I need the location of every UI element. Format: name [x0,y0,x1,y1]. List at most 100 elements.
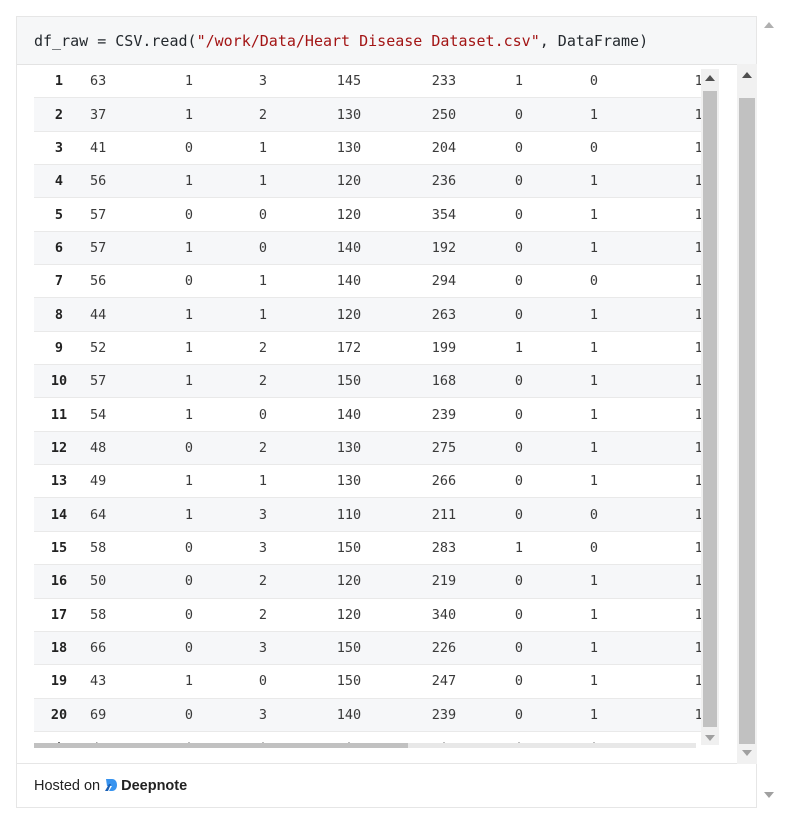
table-cell: 1 [554,197,634,232]
table-cell: 283 [404,531,484,566]
table-cell: 0 [484,464,554,499]
table-cell: 1 [554,631,634,666]
table-cell: 0 [554,131,634,166]
table-cell: 140 [294,397,404,432]
table-row: 7560114029400153 [34,264,719,299]
dataframe-table: 1631314523310150237121302500118734101130… [34,65,719,747]
table-row: 13491113026601171 [34,464,719,499]
dataframe-output[interactable]: 1631314523310150237121302500118734101130… [34,65,719,747]
table-cell: 0 [146,531,232,566]
row-index: 17 [34,598,84,632]
table-row: 6571014019201148 [34,231,719,266]
deepnote-link[interactable]: Deepnote [121,778,187,794]
table-cell: 0 [484,131,554,166]
table-row: 9521217219911162 [34,331,719,366]
table-cell: 1 [146,65,232,99]
table-row: 2371213025001187 [34,97,719,132]
horizontal-scroll-thumb[interactable] [34,743,408,748]
table-cell: 140 [294,698,404,732]
table-cell: 1 [146,231,232,266]
table-row: 12480213027501139 [34,431,719,466]
table-horizontal-scrollbar[interactable] [34,743,696,748]
table-vertical-scrollbar[interactable] [701,69,719,745]
row-index: 6 [34,231,84,266]
table-scroll-thumb[interactable] [703,91,717,727]
table-cell: 1 [554,297,634,332]
table-cell: 0 [484,631,554,666]
table-cell: 150 [294,364,404,399]
row-index: 10 [34,364,84,399]
page-scroll-down-arrow-icon[interactable] [742,750,752,756]
table-cell: 0 [146,431,232,466]
table-cell: 0 [232,664,294,699]
table-cell: 354 [404,197,484,232]
table-cell: 120 [294,197,404,232]
page-scroll-up-arrow-icon[interactable] [742,72,752,78]
table-cell: 0 [146,631,232,666]
scroll-down-arrow-icon[interactable] [705,735,715,741]
footer: Hosted on Deepnote [16,764,757,808]
table-cell: 0 [554,65,634,99]
table-cell: 3 [232,631,294,666]
table-cell: 1 [554,431,634,466]
row-index: 4 [34,164,84,199]
table-cell: 0 [146,197,232,232]
table-cell: 204 [404,131,484,166]
table-cell: 1 [146,97,232,132]
page-scroll-thumb[interactable] [739,98,755,744]
code-suffix: , DataFrame) [539,32,649,50]
table-cell: 1 [146,497,232,532]
table-cell: 0 [146,698,232,732]
table-cell: 1 [554,698,634,732]
table-cell: 52 [84,331,146,366]
table-cell: 150 [294,664,404,699]
table-cell: 0 [146,564,232,599]
table-row: 8441112026301173 [34,297,719,332]
table-cell: 239 [404,397,484,432]
table-cell: 1 [554,331,634,366]
row-index: 1 [34,65,84,99]
table-cell: 275 [404,431,484,466]
table-cell: 0 [484,397,554,432]
table-cell: 0 [554,264,634,299]
table-cell: 266 [404,464,484,499]
table-cell: 0 [232,197,294,232]
table-cell: 54 [84,397,146,432]
table-row: 19431015024701171 [34,664,719,699]
table-cell: 0 [484,664,554,699]
table-cell: 64 [84,497,146,532]
scroll-up-arrow-icon[interactable] [705,75,715,81]
table-cell: 0 [484,97,554,132]
table-cell: 263 [404,297,484,332]
row-index: 3 [34,131,84,166]
table-cell: 0 [554,531,634,566]
table-cell: 3 [232,698,294,732]
code-block[interactable]: df_raw = CSV.read("/work/Data/Heart Dise… [17,17,756,65]
table-cell: 57 [84,197,146,232]
table-cell: 1 [146,464,232,499]
table-cell: 1 [554,164,634,199]
table-cell: 130 [294,431,404,466]
window-scroll-up-arrow-icon[interactable] [764,22,774,28]
table-cell: 294 [404,264,484,299]
code-prefix: df_raw = CSV.read( [34,32,197,50]
notebook-cell: df_raw = CSV.read("/work/Data/Heart Dise… [16,16,757,764]
page-vertical-scrollbar[interactable] [737,64,757,764]
table-cell: 0 [232,397,294,432]
code-path-string: "/work/Data/Heart Disease Dataset.csv" [196,32,540,50]
row-index: 18 [34,631,84,666]
table-cell: 0 [484,164,554,199]
table-cell: 236 [404,164,484,199]
table-cell: 219 [404,564,484,599]
table-row: 20690314023901151 [34,698,719,732]
table-cell: 1 [554,464,634,499]
window-scroll-down-arrow-icon[interactable] [764,792,774,798]
table-row: 17580212034001172 [34,598,719,632]
table-cell: 140 [294,231,404,266]
row-index: 2 [34,97,84,132]
table-cell: 1 [146,331,232,366]
table-cell: 226 [404,631,484,666]
table-cell: 1 [146,664,232,699]
table-cell: 2 [232,97,294,132]
table-cell: 1 [146,164,232,199]
